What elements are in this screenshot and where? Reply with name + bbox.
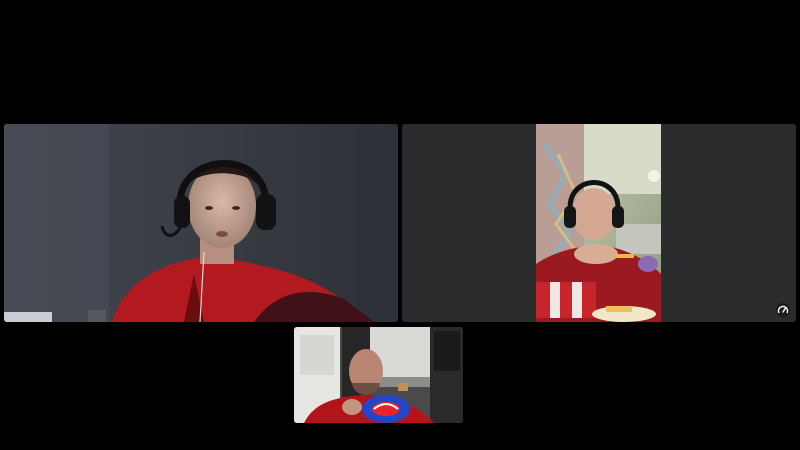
connection-stats-button[interactable] <box>776 303 790 317</box>
participant-3-video <box>294 327 463 423</box>
participant-2-video <box>536 124 661 322</box>
participant-video-tile-2[interactable] <box>402 124 796 322</box>
participant-1-video <box>4 124 398 322</box>
participant-video-tile-3[interactable] <box>294 327 463 423</box>
speedometer-icon <box>777 305 789 314</box>
video-call-stage <box>0 0 800 450</box>
participant-2-portrait-feed <box>536 124 661 322</box>
participant-video-tile-1[interactable] <box>4 124 398 322</box>
